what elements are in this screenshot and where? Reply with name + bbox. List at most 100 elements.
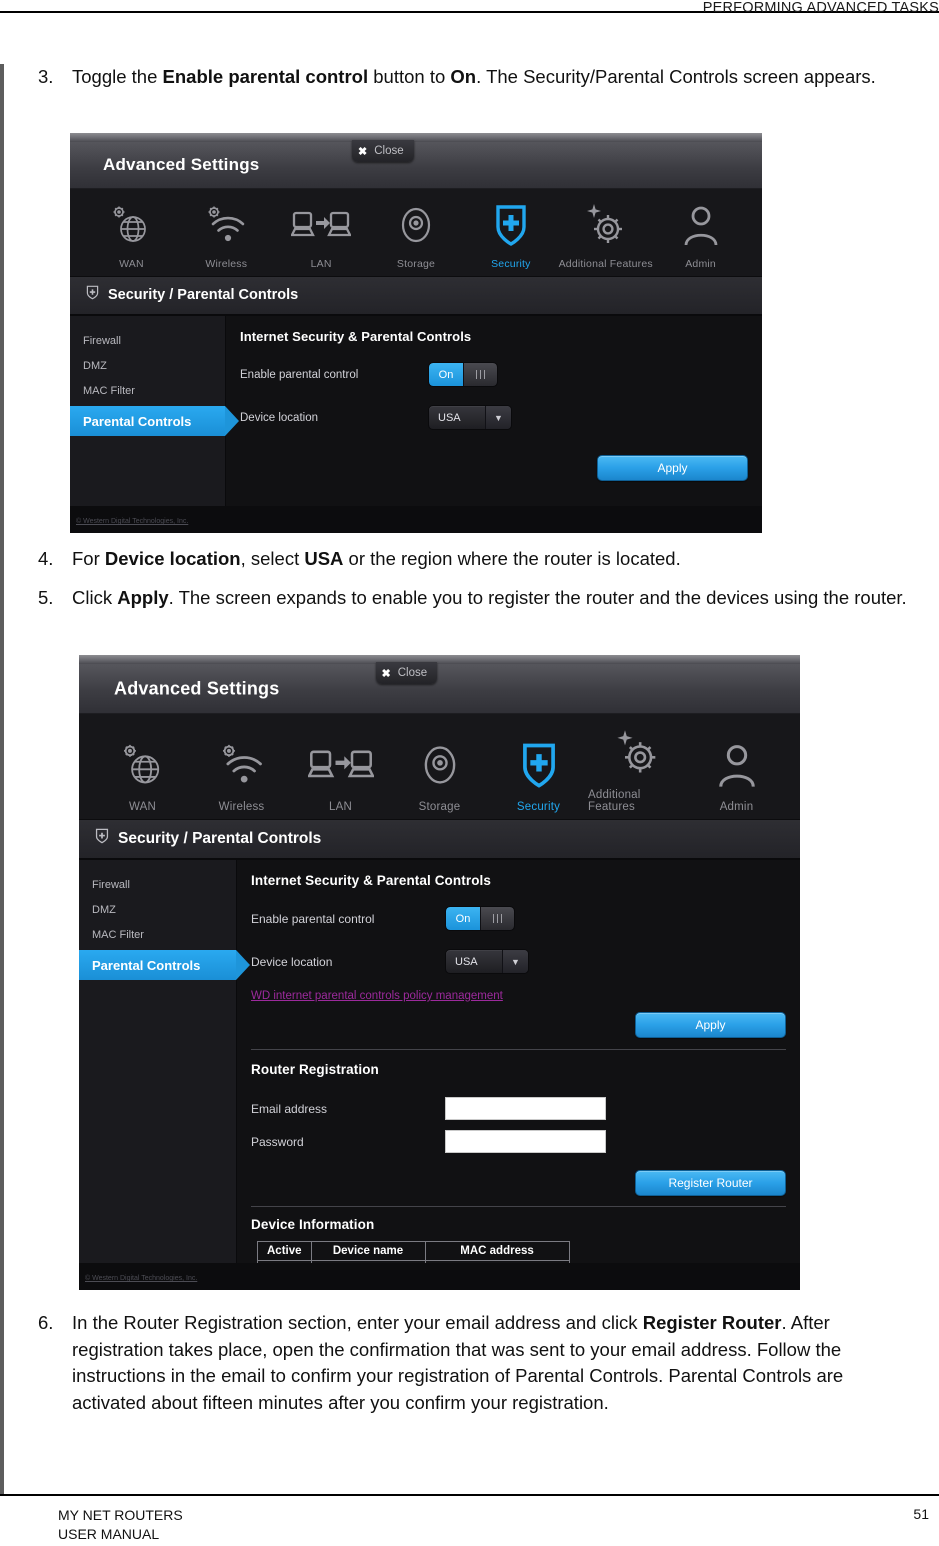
close-icon: ✖ xyxy=(381,667,391,680)
settings-content: Internet Security & Parental Controls En… xyxy=(237,860,800,1290)
step-5-bold1: Apply xyxy=(117,587,169,608)
device-location-select[interactable]: USA ▼ xyxy=(428,405,512,430)
nav-label-additional-features: Additional Features xyxy=(588,789,641,813)
step-3-part1: Toggle the xyxy=(72,66,163,87)
nav-item-storage[interactable]: Storage xyxy=(390,736,489,813)
footer-manual-title: MY NET ROUTERS USER MANUAL xyxy=(58,1506,183,1544)
nav-item-wireless[interactable]: Wireless xyxy=(192,736,291,813)
step-3-part3: . The Security/Parental Controls screen … xyxy=(476,66,876,87)
nav-item-wireless[interactable]: Wireless xyxy=(179,199,274,270)
step-6-part1: In the Router Registration section, ente… xyxy=(72,1312,643,1333)
column-header-device-name: Device name xyxy=(310,1241,426,1261)
apply-label: Apply xyxy=(657,461,688,475)
section-title: Internet Security & Parental Controls xyxy=(251,873,492,888)
nav-strip: WAN Wireless LAN Storage Security Additi… xyxy=(79,714,800,820)
step-3-part2: button to xyxy=(368,66,451,87)
step-4: 4. For Device location, select USA or th… xyxy=(38,546,918,573)
password-label: Password xyxy=(251,1134,304,1149)
panel-body: Firewall DMZ MAC Filter Parental Control… xyxy=(70,316,762,533)
step-5-text: Click Apply. The screen expands to enabl… xyxy=(72,585,907,612)
storage-disc-icon xyxy=(416,736,464,794)
nav-item-wan[interactable]: WAN xyxy=(84,199,179,270)
apply-button[interactable]: Apply xyxy=(597,455,748,481)
policy-management-link[interactable]: WD internet parental controls policy man… xyxy=(251,990,503,1002)
nav-item-lan[interactable]: LAN xyxy=(274,199,369,270)
nav-item-additional-features[interactable]: Additional Features xyxy=(588,724,687,813)
section-title: Internet Security & Parental Controls xyxy=(240,329,472,344)
email-input[interactable] xyxy=(445,1097,606,1120)
globe-gear-icon xyxy=(118,736,168,794)
step-4-bold1: Device location xyxy=(104,548,241,569)
copyright-text: © Western Digital Technologies, Inc. xyxy=(85,1275,198,1282)
breadcrumb-text: Security / Parental Controls xyxy=(118,829,322,847)
nav-label-storage: Storage xyxy=(396,258,436,270)
device-location-label: Device location xyxy=(251,954,333,969)
section-divider-2 xyxy=(251,1206,786,1207)
close-label: Close xyxy=(397,667,428,679)
sidebar-item-dmz[interactable]: DMZ xyxy=(70,353,225,378)
enable-parental-control-row: Enable parental control On xyxy=(240,362,762,387)
window-chrome-top xyxy=(70,133,762,142)
settings-content: Internet Security & Parental Controls En… xyxy=(226,316,762,533)
nav-item-admin[interactable]: Admin xyxy=(653,199,748,270)
sidebar-label-firewall: Firewall xyxy=(92,878,130,891)
sub-nav-sidebar: Firewall DMZ MAC Filter Parental Control… xyxy=(70,316,239,533)
breadcrumb: Security / Parental Controls xyxy=(79,820,800,860)
device-location-value: USA xyxy=(455,955,478,968)
nav-label-wan: WAN xyxy=(128,801,156,813)
register-router-button[interactable]: Register Router xyxy=(635,1170,786,1196)
nav-label-admin: Admin xyxy=(685,258,716,270)
nav-item-additional-features[interactable]: Additional Features xyxy=(558,199,653,270)
step-6-bold1: Register Router xyxy=(642,1312,782,1333)
apply-label: Apply xyxy=(695,1018,726,1032)
sidebar-item-parental-controls[interactable]: Parental Controls xyxy=(70,406,239,436)
shield-plus-icon xyxy=(517,736,561,794)
enable-parental-control-toggle[interactable]: On xyxy=(428,362,498,387)
apply-button[interactable]: Apply xyxy=(635,1012,786,1038)
page-number: 51 xyxy=(913,1506,929,1522)
sidebar-label-mac-filter: MAC Filter xyxy=(83,384,135,397)
sidebar-item-mac-filter[interactable]: MAC Filter xyxy=(79,922,236,947)
step-3-bold2: On xyxy=(450,66,477,87)
nav-item-security[interactable]: Security xyxy=(463,199,558,270)
column-header-active: Active xyxy=(257,1241,312,1261)
sidebar-item-firewall[interactable]: Firewall xyxy=(79,872,236,897)
sidebar-label-parental-controls: Parental Controls xyxy=(92,957,201,973)
chevron-down-icon: ▼ xyxy=(502,950,528,973)
wifi-gear-icon xyxy=(217,736,267,794)
nav-label-wireless: Wireless xyxy=(205,258,248,270)
footer-rule xyxy=(0,1494,939,1496)
device-location-row: Device location USA ▼ xyxy=(240,405,762,430)
nav-item-lan[interactable]: LAN xyxy=(291,736,390,813)
close-button[interactable]: ✖ Close xyxy=(375,662,438,684)
nav-item-wan[interactable]: WAN xyxy=(93,736,192,813)
breadcrumb-text: Security / Parental Controls xyxy=(108,287,299,303)
nav-label-admin: Admin xyxy=(719,801,754,813)
shield-small-icon xyxy=(86,285,99,305)
sidebar-item-dmz[interactable]: DMZ xyxy=(79,897,236,922)
close-button[interactable]: ✖ Close xyxy=(352,140,414,162)
device-location-label: Device location xyxy=(240,411,318,424)
nav-label-wan: WAN xyxy=(119,258,144,270)
breadcrumb: Security / Parental Controls xyxy=(70,277,762,316)
nav-item-admin[interactable]: Admin xyxy=(687,736,786,813)
enable-parental-control-toggle[interactable]: On xyxy=(445,906,515,931)
nav-item-storage[interactable]: Storage xyxy=(369,199,464,270)
table-header-row: Active Device name MAC address xyxy=(257,1241,570,1261)
apply-row: Apply xyxy=(251,1012,800,1038)
nav-label-security: Security xyxy=(491,258,531,270)
sidebar-item-firewall[interactable]: Firewall xyxy=(70,328,225,353)
register-router-row: Register Router xyxy=(251,1170,800,1196)
window-chrome-top xyxy=(79,655,800,664)
sidebar-item-parental-controls[interactable]: Parental Controls xyxy=(79,950,250,980)
sidebar-item-mac-filter[interactable]: MAC Filter xyxy=(70,378,225,403)
copyright-text: © Western Digital Technologies, Inc. xyxy=(76,518,189,525)
password-input[interactable] xyxy=(445,1130,606,1153)
nav-label-additional-features: Additional Features xyxy=(558,258,653,270)
chevron-down-icon: ▼ xyxy=(485,406,511,429)
step-4-part1: For xyxy=(72,548,105,569)
device-location-select[interactable]: USA ▼ xyxy=(445,949,529,974)
person-icon xyxy=(714,736,760,794)
step-5-part1: Click xyxy=(72,587,118,608)
nav-item-security[interactable]: Security xyxy=(489,736,588,813)
